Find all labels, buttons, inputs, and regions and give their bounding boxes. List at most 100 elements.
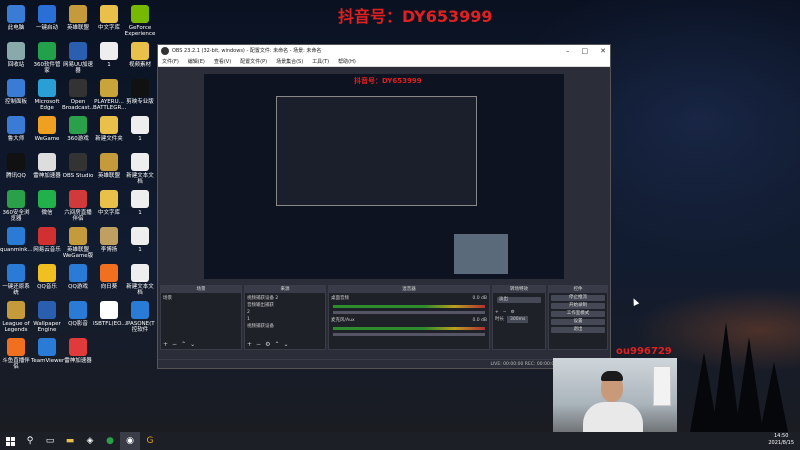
desktop-icon[interactable]: League of Legends — [0, 301, 32, 333]
source-item[interactable]: 音频输出捕获 — [247, 302, 323, 309]
browser-taskbar-icon[interactable]: ● — [100, 432, 120, 450]
desktop-icon[interactable]: 剪映专业版 — [124, 79, 156, 105]
desktop-audio-volume-slider[interactable] — [333, 311, 485, 314]
desktop-icon[interactable]: 新建文本文档 — [124, 264, 156, 296]
stop-streaming-button[interactable]: 停止推流 — [551, 295, 605, 301]
minimize-icon[interactable]: – — [566, 45, 570, 57]
desktop-icon[interactable]: 六间房直播伴侣 — [62, 190, 94, 222]
desktop-icon[interactable]: 360游戏 — [62, 116, 94, 142]
file-explorer-icon[interactable]: ▬ — [60, 432, 80, 450]
desktop-icon[interactable]: PLAYERU... BATTLEGR... — [93, 79, 126, 111]
desktop-icon[interactable]: 1 — [124, 190, 156, 216]
desktop-icon[interactable]: 英雄联盟 — [93, 153, 125, 179]
desktop-icon[interactable]: 360安全浏览器 — [0, 190, 32, 222]
desktop-icon[interactable]: 英雄联盟 — [62, 5, 94, 31]
add-scene-icon[interactable]: + — [163, 341, 168, 348]
desktop-icon-label: 英雄联盟WeGame版 — [62, 247, 94, 259]
move-up-icon[interactable]: ⌃ — [181, 341, 186, 348]
desktop-icon[interactable]: 雷神加速器 — [62, 338, 94, 364]
menu-scene-collection[interactable]: 场景集合(S) — [276, 57, 303, 66]
obs-taskbar-icon[interactable]: ◉ — [120, 432, 140, 450]
desktop-icon[interactable]: TeamViewer — [31, 338, 64, 364]
source-item[interactable]: 1 — [247, 316, 323, 323]
desktop-icon[interactable]: 1 — [93, 42, 125, 68]
source-settings-icon[interactable]: ⚙ — [265, 341, 270, 348]
transition-select[interactable]: 淡出 — [497, 297, 541, 303]
system-clock[interactable]: 14:50 2021/8/15 — [768, 433, 794, 447]
desktop-icon[interactable]: Open Broadcast... — [62, 79, 95, 111]
desktop-icon[interactable]: OBS Studio — [62, 153, 94, 179]
app-taskbar-icon[interactable]: G — [140, 432, 160, 450]
studio-mode-button[interactable]: 工作室模式 — [551, 311, 605, 317]
exit-button[interactable]: 退出 — [551, 327, 605, 333]
menu-edit[interactable]: 编辑(E) — [188, 57, 205, 66]
desktop-icon[interactable]: 新建文件夹 — [93, 116, 125, 142]
desktop-icon[interactable]: GeForce Experience — [124, 5, 156, 37]
store-icon[interactable]: ◈ — [80, 432, 100, 450]
desktop-icon[interactable]: 李博扬 — [93, 227, 125, 253]
start-recording-button[interactable]: 开始录制 — [551, 303, 605, 309]
desktop-icon[interactable]: Microsoft Edge — [31, 79, 63, 111]
add-source-icon[interactable]: + — [247, 341, 252, 348]
settings-button[interactable]: 设置 — [551, 319, 605, 325]
desktop-icon[interactable]: 向日葵 — [93, 264, 125, 290]
obs-window[interactable]: OBS 23.2.1 (32-bit, windows) - 配置文件: 未命名… — [157, 44, 611, 369]
desktop-icon[interactable]: 一键启动 — [31, 5, 63, 31]
desktop-icon[interactable]: 控制面板 — [0, 79, 32, 105]
desktop-icon[interactable]: WeGame — [31, 116, 63, 142]
start-button[interactable] — [0, 432, 20, 450]
desktop-icon[interactable]: 中文字库 — [93, 190, 125, 216]
desktop-icon[interactable]: 1 — [124, 116, 156, 142]
scene-item[interactable]: 场景 — [163, 295, 239, 302]
duration-input[interactable]: 300ms — [507, 316, 529, 323]
menu-help[interactable]: 帮助(H) — [338, 57, 356, 66]
desktop-icon[interactable]: 网易云音乐 — [31, 227, 63, 253]
menu-profile[interactable]: 配置文件(P) — [240, 57, 267, 66]
desktop-icon[interactable]: 一键还原系统 — [0, 264, 32, 296]
desktop-icon[interactable]: 英雄联盟WeGame版 — [62, 227, 94, 259]
mic-volume-slider[interactable] — [333, 333, 485, 336]
move-up-icon[interactable]: ⌃ — [274, 341, 279, 348]
move-down-icon[interactable]: ⌄ — [283, 341, 288, 348]
desktop-icon[interactable]: 新建文本文档 — [124, 153, 156, 185]
desktop-icon[interactable]: 斗鱼直播伴侣 — [0, 338, 32, 370]
transition-settings-icon[interactable]: ⚙ — [511, 309, 515, 316]
source-item[interactable]: 视频捕获设备 — [247, 323, 323, 330]
maximize-icon[interactable]: □ — [582, 45, 589, 57]
desktop-icon[interactable]: 网易UU加速器 — [62, 42, 94, 74]
obs-titlebar[interactable]: OBS 23.2.1 (32-bit, windows) - 配置文件: 未命名… — [158, 45, 610, 57]
desktop-icon[interactable]: IPASONE(T控软件 — [124, 301, 156, 333]
source-item[interactable]: 视频捕获设备 2 — [247, 295, 323, 302]
desktop-icon[interactable]: 雷神加速器 — [31, 153, 63, 179]
search-icon[interactable]: ⚲ — [20, 432, 40, 450]
desktop-icon[interactable]: 此电脑 — [0, 5, 32, 31]
remove-transition-icon[interactable]: − — [503, 309, 507, 316]
menu-tools[interactable]: 工具(T) — [312, 57, 329, 66]
desktop-icon[interactable]: QQ音乐 — [31, 264, 63, 290]
desktop-icon[interactable]: Wallpaper Engine — [31, 301, 63, 333]
desktop-icon[interactable]: QQ影音 — [62, 301, 94, 327]
task-view-icon[interactable]: ▭ — [40, 432, 60, 450]
desktop-icon[interactable]: 中文字库 — [93, 5, 125, 31]
obs-preview[interactable]: 抖音号：DY653999 — [204, 74, 564, 279]
desktop-icon[interactable]: ISBTFL(EO... — [93, 301, 126, 327]
source-item[interactable]: 2 — [247, 309, 323, 316]
desktop-icon[interactable]: 视频素材 — [124, 42, 156, 68]
move-down-icon[interactable]: ⌄ — [190, 341, 195, 348]
menu-view[interactable]: 查看(V) — [214, 57, 231, 66]
add-transition-icon[interactable]: + — [495, 309, 499, 316]
remove-source-icon[interactable]: − — [256, 341, 261, 348]
desktop-icon[interactable]: QQ游戏 — [62, 264, 94, 290]
desktop-icon[interactable]: 微信 — [31, 190, 63, 216]
desktop-icon[interactable]: 腾讯QQ — [0, 153, 32, 179]
menu-file[interactable]: 文件(F) — [162, 57, 179, 66]
close-icon[interactable]: ✕ — [600, 45, 606, 57]
desktop-icon[interactable]: 1 — [124, 227, 156, 253]
remove-scene-icon[interactable]: − — [172, 341, 177, 348]
desktop-icon[interactable]: quanmink... — [0, 227, 33, 253]
desktop-icon-label: 李博扬 — [100, 247, 118, 253]
desktop-icon[interactable]: 回收站 — [0, 42, 32, 68]
desktop-icon-label: 英雄联盟 — [97, 173, 120, 179]
desktop-icon[interactable]: 360软件管家 — [31, 42, 63, 74]
desktop-icon[interactable]: 鲁大师 — [0, 116, 32, 142]
